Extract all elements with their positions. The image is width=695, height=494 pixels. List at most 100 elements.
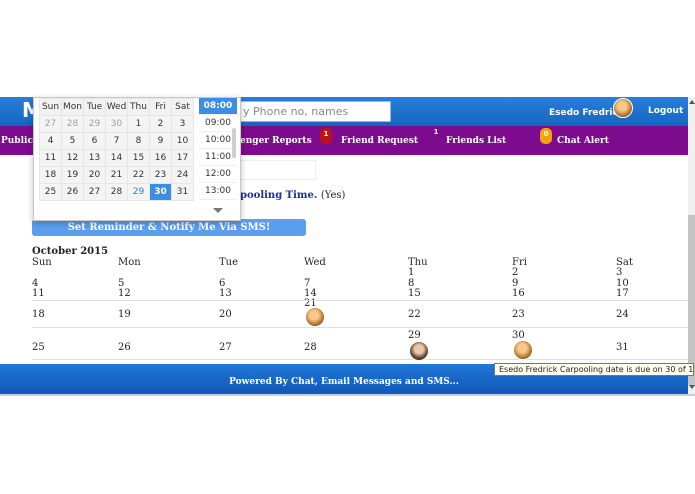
calendar-row-divider xyxy=(32,359,688,360)
calendar-day[interactable]: 3 xyxy=(616,267,622,278)
time-option[interactable]: 08:00 xyxy=(199,98,237,115)
datepicker-day[interactable]: 14 xyxy=(105,149,128,167)
datepicker-day[interactable]: 10 xyxy=(171,132,194,150)
datepicker-weekday: Fri xyxy=(149,98,172,116)
datepicker-week-row: 27 28 29 30 1 2 3 xyxy=(39,115,194,133)
datepicker-week-row: 25 26 27 28 29 30 31 xyxy=(39,183,194,201)
datepicker-day[interactable]: 7 xyxy=(105,132,128,150)
calendar-day[interactable]: 2 xyxy=(512,267,518,278)
datepicker-day[interactable]: 22 xyxy=(127,166,150,184)
friends-list-badge: 1 xyxy=(430,126,442,142)
datepicker-week-row: 18 19 20 21 22 23 24 xyxy=(39,166,194,184)
datepicker-day[interactable]: 26 xyxy=(61,183,84,201)
datepicker-day[interactable]: 4 xyxy=(39,132,62,150)
logout-link[interactable]: Logout xyxy=(648,106,683,116)
chat-alert-badge: 0 xyxy=(540,128,552,144)
datepicker-day[interactable]: 29 xyxy=(127,183,150,201)
datetime-picker: Sun Mon Tue Wed Thu Fri Sat 27 28 29 30 1 2 3 4 5 6 7 8 9 1… xyxy=(33,97,241,221)
datepicker-day[interactable]: 12 xyxy=(61,149,84,167)
datepicker-week-row: 4 5 6 7 8 9 10 xyxy=(39,132,194,150)
datepicker-day[interactable]: 24 xyxy=(171,166,194,184)
calendar-day[interactable]: 18 xyxy=(32,309,45,320)
friend-request-badge: 1 xyxy=(320,128,332,144)
datepicker-day[interactable]: 11 xyxy=(39,149,62,167)
calendar-day[interactable]: 1 xyxy=(408,267,414,278)
calendar-day[interactable]: 31 xyxy=(616,342,629,353)
nav-chat-alert[interactable]: Chat Alert xyxy=(557,136,609,146)
footer-text: Powered By Chat, Email Messages and SMS.… xyxy=(229,377,459,387)
calendar-month-title: October 2015 xyxy=(32,246,109,257)
calendar-day[interactable]: 15 xyxy=(408,288,421,299)
calendar-day[interactable]: 17 xyxy=(616,288,629,299)
datepicker-day[interactable]: 18 xyxy=(39,166,62,184)
datepicker-day[interactable]: 19 xyxy=(61,166,84,184)
calendar-day[interactable]: 28 xyxy=(304,342,317,353)
datepicker-day[interactable]: 9 xyxy=(149,132,172,150)
scroll-down-icon[interactable] xyxy=(689,385,695,389)
datepicker-weekday: Sat xyxy=(171,98,194,116)
datepicker-day[interactable]: 30 xyxy=(105,115,128,133)
calendar-weekday: Tue xyxy=(219,257,239,268)
datepicker-week-row: 11 12 13 14 15 16 17 xyxy=(39,149,194,167)
calendar-day[interactable]: 22 xyxy=(408,309,421,320)
page: M y Phone no, names Esedo Fredrick Logou… xyxy=(0,0,695,494)
calendar-day[interactable]: 13 xyxy=(219,288,232,299)
datepicker-day[interactable]: 21 xyxy=(105,166,128,184)
carpool-avatar-21[interactable] xyxy=(305,307,325,327)
datepicker-day[interactable]: 25 xyxy=(39,183,62,201)
datepicker-weekday: Sun xyxy=(39,98,62,116)
nav-friends-list[interactable]: Friends List xyxy=(446,136,506,146)
chevron-down-icon[interactable] xyxy=(213,208,223,213)
set-reminder-button[interactable]: Set Reminder & Notify Me Via SMS! xyxy=(32,219,306,236)
datepicker-day[interactable]: 5 xyxy=(61,132,84,150)
carpool-avatar-30[interactable] xyxy=(513,340,533,360)
datepicker-day[interactable]: 23 xyxy=(149,166,172,184)
calendar-day[interactable]: 25 xyxy=(32,342,45,353)
calendar-day[interactable]: 19 xyxy=(118,309,131,320)
datepicker-weekday: Thu xyxy=(127,98,150,116)
datepicker-day[interactable]: 30 xyxy=(149,183,172,201)
datepicker-day[interactable]: 6 xyxy=(83,132,106,150)
datepicker-day[interactable]: 3 xyxy=(171,115,194,133)
datepicker-day[interactable]: 27 xyxy=(83,183,106,201)
calendar-day[interactable]: 27 xyxy=(219,342,232,353)
carpool-avatar-29[interactable] xyxy=(409,341,429,361)
datepicker-day[interactable]: 13 xyxy=(83,149,106,167)
datepicker-day[interactable]: 29 xyxy=(83,115,106,133)
pooling-time-text: pooling Time. (Yes) xyxy=(240,190,345,201)
scroll-thumb[interactable] xyxy=(688,215,695,385)
time-option[interactable]: 12:00 xyxy=(199,166,237,183)
calendar-day[interactable]: 12 xyxy=(118,288,131,299)
calendar-day[interactable]: 11 xyxy=(32,288,45,299)
datepicker-day[interactable]: 27 xyxy=(39,115,62,133)
nav-reports[interactable]: enger Reports xyxy=(240,136,312,146)
nav-friend-request[interactable]: Friend Request xyxy=(341,136,418,146)
calendar-day[interactable]: 29 xyxy=(408,330,421,341)
datepicker-day[interactable]: 15 xyxy=(127,149,150,167)
time-list-scrollbar[interactable] xyxy=(232,128,236,158)
calendar-day[interactable]: 16 xyxy=(512,288,525,299)
datepicker-day[interactable]: 20 xyxy=(83,166,106,184)
user-avatar[interactable] xyxy=(613,98,633,118)
datepicker-day[interactable]: 8 xyxy=(127,132,150,150)
pooling-time-value: (Yes) xyxy=(320,190,346,201)
time-option[interactable]: 13:00 xyxy=(199,183,237,200)
datepicker-day[interactable]: 2 xyxy=(149,115,172,133)
datepicker-day[interactable]: 28 xyxy=(61,115,84,133)
scroll-up-icon[interactable] xyxy=(689,100,695,104)
calendar-day[interactable]: 24 xyxy=(616,309,629,320)
calendar-day[interactable]: 26 xyxy=(118,342,131,353)
search-input[interactable]: y Phone no, names xyxy=(236,101,391,122)
datepicker-weekday: Tue xyxy=(83,98,106,116)
datepicker-day[interactable]: 28 xyxy=(105,183,128,201)
calendar-row-divider xyxy=(32,300,688,301)
page-scrollbar[interactable] xyxy=(688,97,695,395)
datepicker-day[interactable]: 16 xyxy=(149,149,172,167)
datepicker-day[interactable]: 17 xyxy=(171,149,194,167)
datepicker-day[interactable]: 1 xyxy=(127,115,150,133)
date-time-input[interactable] xyxy=(240,160,316,180)
calendar-weekday: Sun xyxy=(32,257,52,268)
calendar-day[interactable]: 20 xyxy=(219,309,232,320)
datepicker-day[interactable]: 31 xyxy=(171,183,194,201)
calendar-day[interactable]: 23 xyxy=(512,309,525,320)
